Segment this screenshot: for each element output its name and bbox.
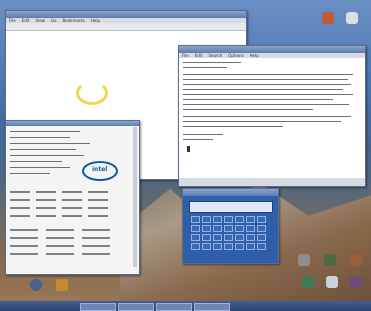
- menu-item-file[interactable]: File: [9, 18, 16, 23]
- printer-icon[interactable]: [302, 276, 314, 288]
- calc-key[interactable]: [202, 234, 211, 241]
- calc-key[interactable]: [191, 234, 200, 241]
- editor-menu-edit[interactable]: Edit: [195, 53, 203, 58]
- taskbar-button[interactable]: [118, 303, 154, 311]
- calc-key[interactable]: [235, 216, 244, 223]
- calc-key[interactable]: [213, 216, 222, 223]
- calc-key[interactable]: [191, 225, 200, 232]
- editor-title-bar[interactable]: [179, 46, 365, 53]
- taskbar-button[interactable]: [194, 303, 230, 311]
- network-icon[interactable]: [350, 254, 362, 266]
- menu-item-view[interactable]: View: [35, 18, 45, 23]
- editor-menu-file[interactable]: File: [182, 53, 189, 58]
- calc-key[interactable]: [213, 234, 222, 241]
- calc-key[interactable]: [246, 243, 255, 250]
- calc-key[interactable]: [246, 234, 255, 241]
- launcher-icon[interactable]: [56, 279, 68, 291]
- globe-icon[interactable]: [350, 276, 362, 288]
- intel-logo-text: intel: [92, 166, 108, 173]
- calc-key[interactable]: [202, 216, 211, 223]
- calc-key[interactable]: [235, 225, 244, 232]
- editor-menu-options[interactable]: Options: [228, 53, 243, 58]
- system-info-window[interactable]: intel: [5, 120, 140, 275]
- menu-item-go[interactable]: Go: [51, 18, 57, 23]
- text-cursor: [187, 146, 190, 152]
- calc-key[interactable]: [257, 243, 266, 250]
- calc-key[interactable]: [235, 243, 244, 250]
- calc-key[interactable]: [224, 243, 233, 250]
- calc-key[interactable]: [191, 216, 200, 223]
- calc-key[interactable]: [202, 225, 211, 232]
- editor-status-bar: [179, 178, 365, 186]
- text-editor-window[interactable]: File Edit Search Options Help: [178, 45, 366, 187]
- calculator-window[interactable]: [182, 188, 279, 264]
- taskbar-button[interactable]: [156, 303, 192, 311]
- calculator-title-bar[interactable]: [183, 189, 278, 196]
- calc-key[interactable]: [257, 234, 266, 241]
- taskbar-button[interactable]: [80, 303, 116, 311]
- start-menu-icon[interactable]: [30, 279, 42, 291]
- browser-title-bar[interactable]: [6, 11, 246, 18]
- calc-key[interactable]: [235, 234, 244, 241]
- menu-item-bookmarks[interactable]: Bookmarks: [63, 18, 85, 23]
- folder-icon[interactable]: [324, 254, 336, 266]
- calc-key[interactable]: [224, 216, 233, 223]
- drive-icon[interactable]: [326, 276, 338, 288]
- browser-toolbar[interactable]: [6, 23, 246, 31]
- taskbar: [0, 279, 371, 311]
- calculator-display: [189, 201, 273, 213]
- editor-menu-search[interactable]: Search: [208, 53, 222, 58]
- calc-key[interactable]: [224, 234, 233, 241]
- calc-key[interactable]: [202, 243, 211, 250]
- calc-key[interactable]: [213, 243, 222, 250]
- system-info-scrollbar[interactable]: [133, 127, 137, 267]
- calc-key[interactable]: [191, 243, 200, 250]
- calc-key[interactable]: [224, 225, 233, 232]
- menu-item-edit[interactable]: Edit: [22, 18, 30, 23]
- home-icon[interactable]: [346, 12, 358, 24]
- system-info-title-bar[interactable]: [6, 121, 139, 126]
- calc-key[interactable]: [257, 216, 266, 223]
- computer-icon[interactable]: [298, 254, 310, 266]
- calc-key[interactable]: [246, 216, 255, 223]
- calc-key[interactable]: [213, 225, 222, 232]
- desktop: File Edit View Go Bookmarks Help intel F…: [0, 0, 371, 311]
- menu-item-help[interactable]: Help: [91, 18, 100, 23]
- editor-menu-bar: File Edit Search Options Help: [179, 53, 365, 58]
- calc-key[interactable]: [246, 225, 255, 232]
- trash-icon[interactable]: [322, 12, 334, 24]
- editor-menu-help[interactable]: Help: [250, 53, 259, 58]
- loading-spinner-icon: [76, 81, 108, 105]
- calc-key[interactable]: [257, 225, 266, 232]
